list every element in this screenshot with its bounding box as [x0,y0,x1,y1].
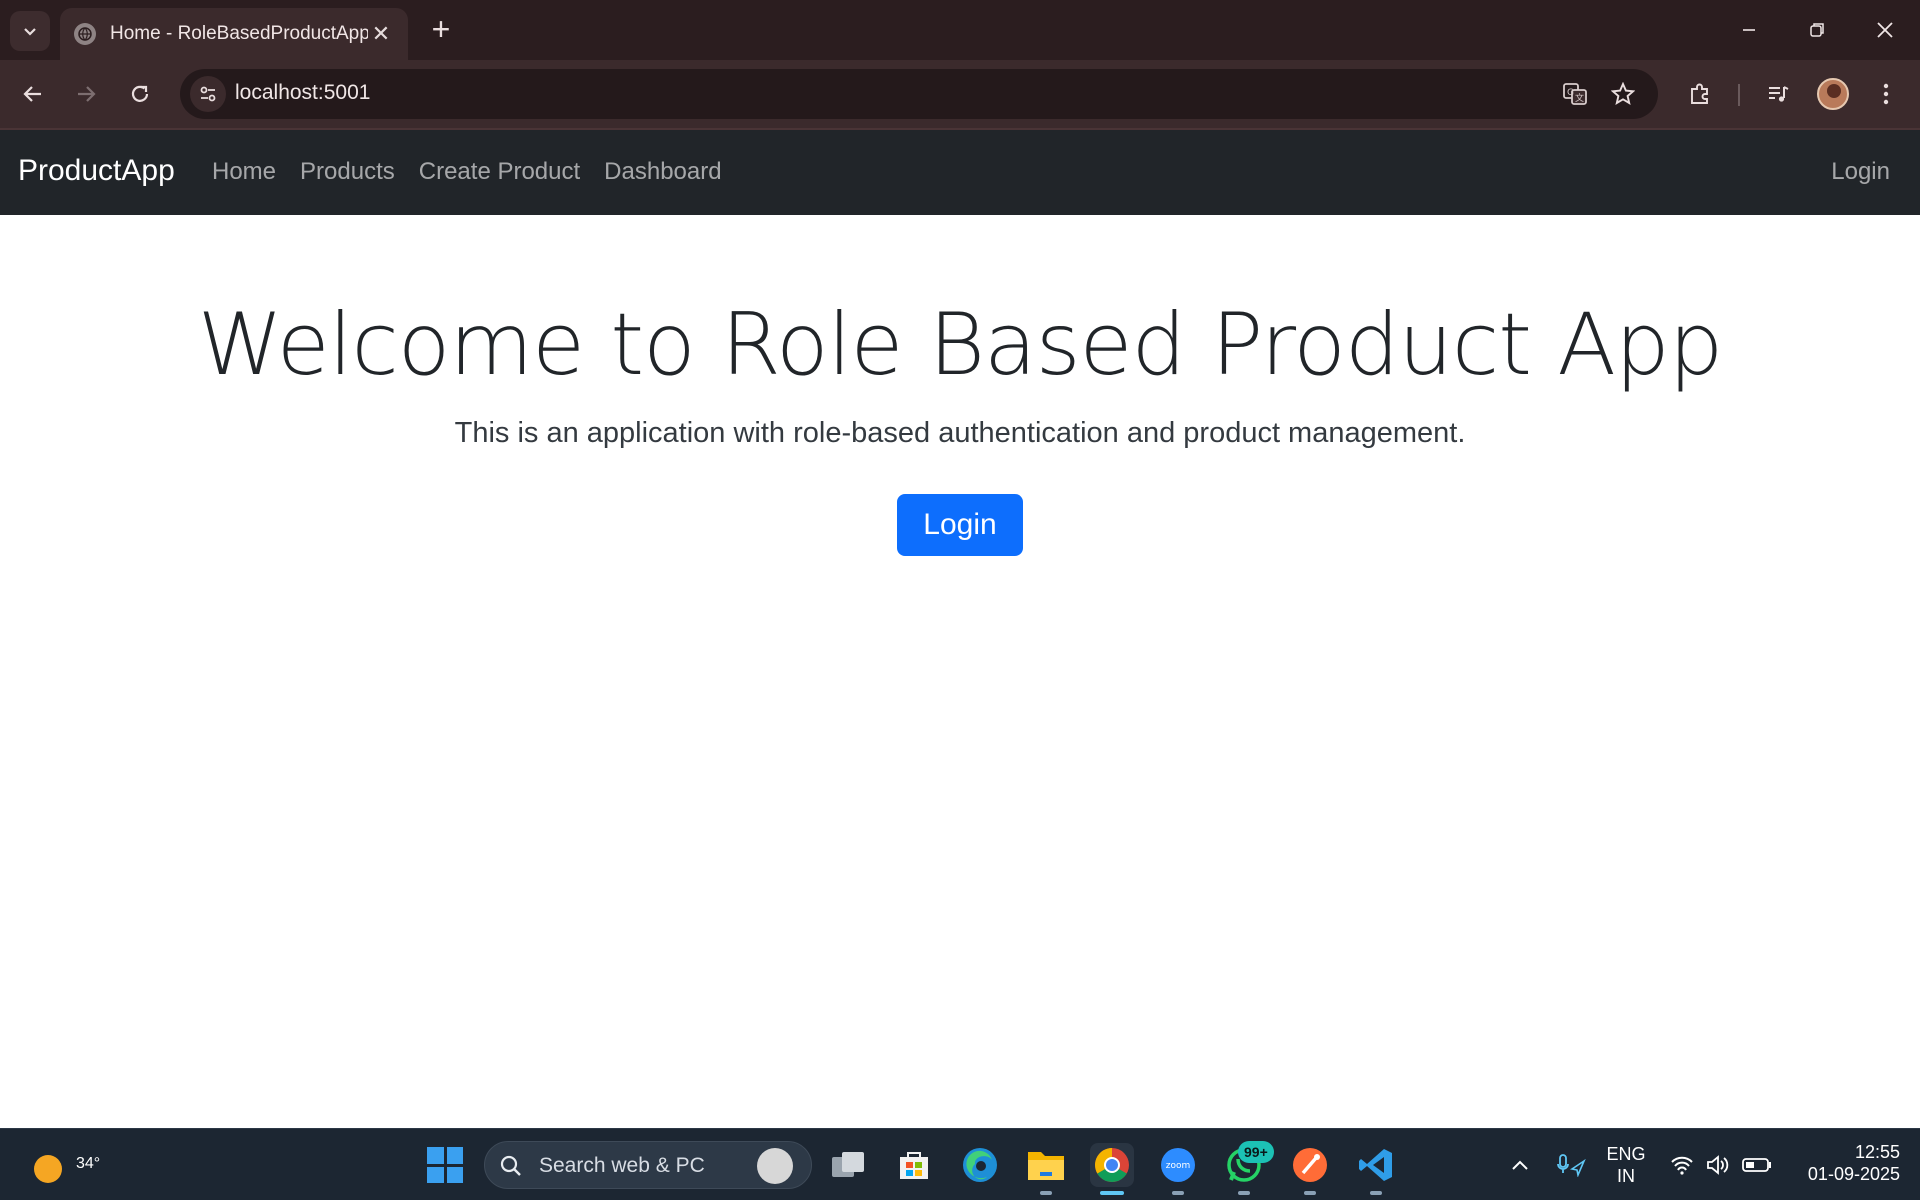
bookmark-star-icon[interactable] [1608,79,1638,109]
tab-search-button[interactable] [10,11,50,51]
file-explorer-icon[interactable] [1024,1143,1068,1195]
translate-icon[interactable]: G文 [1560,79,1590,109]
chevron-up-icon[interactable] [1508,1153,1532,1177]
login-button[interactable]: Login [897,494,1023,556]
minimize-icon [1743,29,1755,31]
chevron-down-icon [24,28,36,36]
media-control-button[interactable] [1758,74,1798,114]
taskbar: 34° Search web & PC zoom 99+ ENG IN 12:5… [0,1128,1920,1200]
nav-link-products[interactable]: Products [300,158,395,186]
globe-icon [74,23,96,45]
browser-tab-active[interactable]: Home - RoleBasedProductApp ✕ [60,8,408,60]
volume-icon[interactable] [1706,1153,1730,1177]
minimize-button[interactable] [1714,0,1784,60]
zoom-icon[interactable]: zoom [1156,1143,1200,1195]
page-title: Welcome to Role Based Product App [197,295,1724,395]
arrow-left-icon [23,86,41,102]
running-indicator [1238,1191,1250,1195]
language-code: ENG [1606,1144,1646,1164]
running-indicator [1304,1191,1316,1195]
navbar-brand[interactable]: ProductApp [18,154,175,188]
toolbar-divider [1738,84,1740,106]
taskbar-search-placeholder: Search web & PC [539,1154,705,1177]
page-subtitle: This is an application with role-based a… [454,417,1466,449]
url-text[interactable]: localhost:5001 [235,81,370,105]
running-indicator [1172,1191,1184,1195]
windows-logo-pane [446,1166,463,1183]
close-tab-icon[interactable]: ✕ [368,21,394,47]
running-indicator [1370,1191,1382,1195]
running-indicator [1040,1191,1052,1195]
task-view-icon[interactable] [826,1143,870,1187]
windows-logo-pane [427,1166,444,1183]
chrome-browser-icon[interactable] [1090,1143,1134,1195]
microphone-location-icon[interactable] [1556,1153,1586,1177]
close-icon [1877,22,1893,38]
taskbar-search[interactable]: Search web & PC [484,1141,812,1189]
svg-text:文: 文 [1575,92,1584,104]
avatar [1817,78,1849,110]
site-info-icon[interactable] [190,76,226,112]
profile-button[interactable] [1813,74,1853,114]
playlist-music-icon [1769,86,1789,102]
windows-logo-pane [446,1147,463,1164]
hero-section: Welcome to Role Based Product App This i… [0,215,1920,556]
extensions-button[interactable] [1680,74,1720,114]
search-highlight-icon [757,1148,793,1184]
puzzle-icon [1691,83,1708,104]
input-language[interactable]: ENG IN [1604,1143,1648,1187]
nav-link-dashboard[interactable]: Dashboard [604,158,721,186]
edge-browser-icon[interactable] [958,1143,1002,1187]
restore-button[interactable] [1782,0,1852,60]
back-button[interactable] [13,74,53,114]
browser-menu-button[interactable] [1866,74,1906,114]
svg-text:G: G [1567,88,1574,98]
notification-badge: 99+ [1238,1141,1274,1163]
clock-time: 12:55 [1854,1142,1900,1162]
address-bar[interactable]: localhost:5001 G文 [180,69,1658,119]
reload-icon [131,85,149,102]
postman-icon[interactable] [1288,1143,1332,1195]
vscode-icon[interactable] [1354,1143,1398,1195]
weather-icon [34,1155,62,1183]
battery-icon[interactable] [1742,1153,1772,1177]
windows-logo-icon [427,1147,444,1164]
weather-temp: 34° [76,1155,101,1172]
browser-tabstrip: Home - RoleBasedProductApp ✕ + [0,0,1920,60]
nav-links: Home Products Create Product Dashboard [212,158,746,186]
search-icon [500,1155,521,1176]
new-tab-button[interactable]: + [423,12,459,48]
start-button[interactable] [427,1147,463,1183]
close-window-button[interactable] [1850,0,1920,60]
clock[interactable]: 12:55 01-09-2025 [1788,1141,1900,1185]
browser-toolbar: localhost:5001 G文 [0,60,1920,128]
reload-button[interactable] [120,74,160,114]
arrow-right-icon [78,86,96,102]
nav-link-login[interactable]: Login [1831,158,1890,186]
nav-link-home[interactable]: Home [212,158,276,186]
region-code: IN [1617,1166,1635,1186]
nav-link-create-product[interactable]: Create Product [419,158,580,186]
forward-button[interactable] [66,74,106,114]
wifi-icon[interactable] [1670,1153,1694,1177]
svg-text:zoom: zoom [1166,1161,1191,1171]
app-navbar: ProductApp Home Products Create Product … [0,130,1920,215]
weather-widget[interactable]: 34° [28,1143,100,1187]
clock-date: 01-09-2025 [1807,1164,1900,1184]
tab-title: Home - RoleBasedProductApp [110,23,368,44]
microsoft-store-icon[interactable] [892,1143,936,1187]
active-indicator [1100,1191,1124,1195]
restore-icon [1810,23,1824,37]
more-vertical-icon [1883,83,1889,105]
